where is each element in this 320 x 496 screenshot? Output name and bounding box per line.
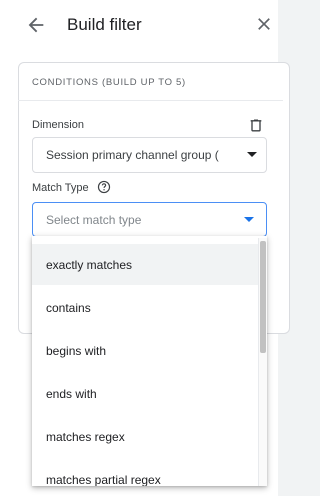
trash-icon xyxy=(250,119,262,132)
panel-title: Build filter xyxy=(67,15,142,34)
match-type-placeholder: Select match type xyxy=(46,213,142,227)
match-type-dropdown: exactly matches contains begins with end… xyxy=(32,236,267,486)
help-icon[interactable] xyxy=(97,180,111,194)
delete-condition-button[interactable] xyxy=(248,117,264,134)
build-filter-panel: Build filter CONDITIONS (BUILD UP TO 5) … xyxy=(5,0,290,496)
match-type-label: Match Type xyxy=(32,182,89,194)
dimension-select[interactable]: Session primary channel group ( xyxy=(32,137,267,173)
dropdown-scrollbar[interactable] xyxy=(258,238,267,486)
option-label: exactly matches xyxy=(46,258,133,272)
option-label: matches regex xyxy=(46,430,125,444)
question-circle-icon xyxy=(97,180,111,194)
dimension-value: Session primary channel group ( xyxy=(46,148,219,162)
dimension-label: Dimension xyxy=(32,119,84,131)
back-button[interactable] xyxy=(25,14,47,36)
chevron-down-icon xyxy=(247,152,257,157)
option-label: contains xyxy=(46,301,91,315)
match-type-select[interactable]: Select match type xyxy=(32,202,267,237)
scrollbar-thumb[interactable] xyxy=(260,241,266,353)
close-button[interactable] xyxy=(254,14,274,34)
option-matches-partial-regex[interactable]: matches partial regex xyxy=(32,459,258,486)
arrow-left-icon xyxy=(28,17,44,33)
option-label: matches partial regex xyxy=(46,473,161,486)
conditions-title: CONDITIONS (BUILD UP TO 5) xyxy=(32,77,186,88)
close-icon xyxy=(258,18,270,30)
option-ends-with[interactable]: ends with xyxy=(32,373,258,414)
dropdown-arrow-icon xyxy=(244,217,254,222)
option-exactly-matches[interactable]: exactly matches xyxy=(32,244,258,285)
option-matches-regex[interactable]: matches regex xyxy=(32,416,258,457)
panel-header: Build filter xyxy=(5,0,278,48)
option-begins-with[interactable]: begins with xyxy=(32,330,258,371)
option-label: ends with xyxy=(46,387,97,401)
option-label: begins with xyxy=(46,344,107,358)
option-contains[interactable]: contains xyxy=(32,287,258,328)
conditions-divider xyxy=(18,100,283,101)
